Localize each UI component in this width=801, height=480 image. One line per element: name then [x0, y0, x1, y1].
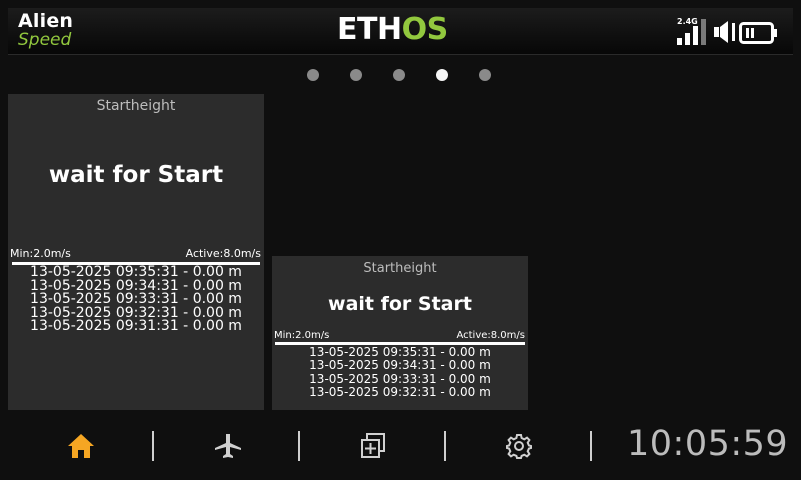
page-dot-4-active[interactable] [436, 69, 448, 81]
gear-icon[interactable] [503, 430, 535, 462]
system-clock: 10:05:59 [627, 424, 789, 464]
nav-separator [298, 431, 300, 461]
log-entry: 13-05-2025 09:31:31 - 0.00 m [30, 318, 242, 335]
model-subtitle: Speed [18, 30, 72, 50]
logo-part-eth: ETH [337, 12, 402, 47]
log-entry: 13-05-2025 09:33:31 - 0.00 m [309, 371, 491, 386]
speaker-muted-icon [713, 20, 737, 48]
active-label: Active:8.0m/s [456, 330, 525, 341]
log-entry: 13-05-2025 09:34:31 - 0.00 m [309, 358, 491, 373]
min-label: Min:2.0m/s [274, 330, 330, 341]
battery-icon [739, 22, 779, 48]
log-entry: 13-05-2025 09:32:31 - 0.00 m [309, 385, 491, 400]
min-label: Min:2.0m/s [10, 247, 71, 260]
height-log: 13-05-2025 09:35:31 - 0.00 m 13-05-2025 … [272, 345, 528, 400]
signal-bars-icon [677, 17, 715, 45]
startheight-widget-small[interactable]: Startheight wait for Start Min:2.0m/s Ac… [272, 256, 528, 410]
widget-status-text: wait for Start [48, 162, 224, 188]
widget-threshold-row: Min:2.0m/s Active:8.0m/s [274, 330, 525, 341]
page-dot-2[interactable] [350, 69, 362, 81]
log-entry: 13-05-2025 09:35:31 - 0.00 m [309, 345, 491, 359]
widget-title: Startheight [96, 98, 176, 114]
widget-threshold-row: Min:2.0m/s Active:8.0m/s [10, 247, 261, 260]
airplane-icon[interactable] [212, 430, 244, 462]
widget-status-text: wait for Start [328, 293, 472, 315]
page-dot-3[interactable] [393, 69, 405, 81]
top-bar: Alien Speed ETHOS 2.4G [8, 8, 793, 55]
nav-separator [444, 431, 446, 461]
home-icon[interactable] [65, 430, 97, 462]
logo-part-os: OS [401, 12, 449, 47]
nav-separator [152, 431, 154, 461]
add-widget-icon[interactable] [357, 430, 389, 462]
model-name[interactable]: Alien [18, 10, 73, 32]
nav-separator [590, 431, 592, 461]
startheight-widget-large[interactable]: Startheight wait for Start Min:2.0m/s Ac… [8, 94, 264, 410]
page-dot-5[interactable] [479, 69, 491, 81]
height-log: 13-05-2025 09:35:31 - 0.00 m 13-05-2025 … [8, 265, 264, 335]
page-dot-1[interactable] [307, 69, 319, 81]
active-label: Active:8.0m/s [185, 247, 261, 260]
widget-title: Startheight [363, 261, 437, 276]
status-area[interactable]: 2.4G [677, 17, 781, 47]
ethos-logo: ETHOS [337, 12, 448, 47]
